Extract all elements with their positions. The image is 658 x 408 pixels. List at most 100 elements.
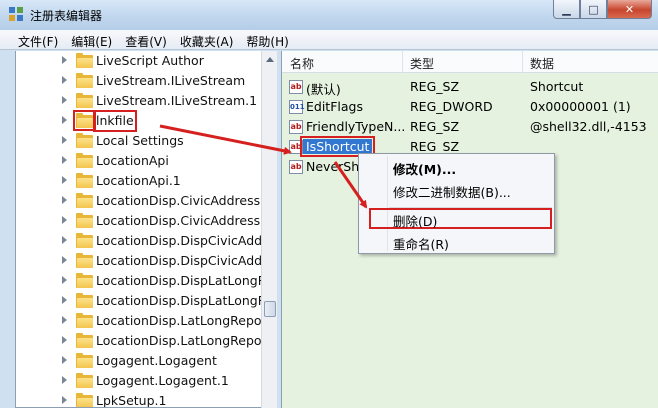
expand-icon[interactable] [62,276,67,284]
folder-icon [76,233,93,248]
expand-icon[interactable] [62,196,67,204]
menu-gutter [387,156,388,251]
tree-item[interactable]: Local Settings [16,131,262,151]
column-header-data[interactable]: 数据 [530,55,554,72]
tree-item[interactable]: LocationApi.1 [16,171,262,191]
menu-help[interactable]: 帮助(H) [240,30,295,49]
tree-item[interactable]: LocationDisp.DispLatLongRe [16,271,274,291]
expand-icon[interactable] [62,336,67,344]
string-value-icon: ab [289,80,303,94]
folder-icon [76,393,93,407]
tree-item[interactable]: LocationDisp.DispCivicAddre [16,231,275,251]
tree-item-label: LiveStream.ILiveStream [96,73,246,88]
tree-item-label: LocationApi.1 [96,173,181,188]
menu-item-modify-binary[interactable]: 修改二进制数据(B)... [393,182,511,201]
folder-icon [76,153,93,168]
expand-icon[interactable] [62,296,67,304]
minimize-button[interactable]: ▁ [553,0,580,19]
scroll-up-icon[interactable] [266,57,274,62]
expand-icon[interactable] [62,236,67,244]
tree-item-label: lnkfile [93,110,137,132]
column-divider[interactable] [522,51,523,73]
tree-item[interactable]: LocationDisp.CivicAddressRe [16,191,275,211]
value-type: REG_DWORD [410,99,493,114]
expand-icon[interactable] [62,96,67,104]
folder-icon [76,353,93,368]
expand-icon[interactable] [62,176,67,184]
column-headers: 名称 类型 数据 [282,51,658,73]
tree-item[interactable]: LiveStream.ILiveStream [16,71,262,91]
string-value-icon: ab [289,120,303,134]
tree-item-label: LiveStream.ILiveStream.1 [96,93,258,108]
tree-item-label: LocationDisp.LatLongReport [96,333,272,348]
expand-icon[interactable] [62,216,67,224]
menu-item-modify[interactable]: 修改(M)... [393,159,456,178]
value-row[interactable]: ab FriendlyTypeN... REG_SZ @shell32.dll,-41… [282,117,658,137]
menu-favorites[interactable]: 收藏夹(A) [174,30,241,49]
tree-item[interactable]: LocationApi [16,151,262,171]
folder-icon [76,73,93,88]
close-button[interactable]: ✕ [607,0,652,19]
maximize-button[interactable]: □ [580,0,607,19]
tree-item-label: LiveScript Author [96,53,204,68]
folder-icon [76,293,93,308]
tree-item-label: LocationDisp.DispLatLongRe [96,293,274,308]
close-icon: ✕ [624,2,635,16]
string-value-icon: ab [289,140,303,154]
tree-item-label: LocationDisp.DispCivicAddre [96,233,275,248]
column-header-type[interactable]: 类型 [410,55,434,72]
value-type: REG_SZ [410,139,460,154]
menu-edit[interactable]: 编辑(E) [65,30,119,49]
tree-item[interactable]: LocationDisp.CivicAddressRe [16,211,275,231]
key-tree[interactable]: LiveScript Author LiveStream.ILiveStream L… [15,51,276,408]
column-divider[interactable] [402,51,403,73]
expand-icon[interactable] [62,156,67,164]
tree-scrollbar[interactable] [261,51,277,408]
expand-icon[interactable] [62,396,67,404]
expand-icon[interactable] [62,256,67,264]
expand-icon[interactable] [62,136,67,144]
expand-icon[interactable] [62,376,67,384]
maximize-icon: □ [588,2,599,16]
tree-item[interactable]: Logagent.Logagent.1 [16,371,262,391]
tree-item-label: Logagent.Logagent [96,353,217,368]
expand-icon[interactable] [62,116,67,124]
folder-icon [73,110,96,131]
menu-bar: 文件(F) 编辑(E) 查看(V) 收藏夹(A) 帮助(H) [0,30,658,50]
tree-item-label: LocationDisp.DispCivicAddre [96,253,275,268]
menu-item-rename[interactable]: 重命名(R) [393,234,449,253]
tree-item-label: LocationDisp.CivicAddressRe [96,213,276,228]
folder-icon [76,313,93,328]
title-bar: 注册表编辑器 ▁ □ ✕ [0,0,658,30]
tree-item-label: LpkSetup.1 [96,393,167,408]
value-row[interactable]: ab (默认) REG_SZ Shortcut [282,77,658,97]
expand-icon[interactable] [62,76,67,84]
folder-icon [76,373,93,388]
folder-icon [76,213,93,228]
expand-icon[interactable] [62,316,67,324]
scrollbar-thumb[interactable] [264,301,276,317]
tree-item[interactable]: LocationDisp.LatLongReport [16,331,272,351]
tree-item[interactable]: LocationDisp.DispCivicAddre [16,251,275,271]
binary-value-icon: 011 [289,100,305,114]
context-menu: 修改(M)... 修改二进制数据(B)... 删除(D) 重命名(R) [358,153,555,254]
menu-item-delete[interactable]: 删除(D) [393,211,437,230]
tree-item[interactable]: LocationDisp.LatLongReport [16,311,272,331]
window-title: 注册表编辑器 [30,9,103,23]
menu-view[interactable]: 查看(V) [119,30,174,49]
value-data: Shortcut [530,79,584,94]
tree-item[interactable]: lnkfile [16,110,262,132]
expand-icon[interactable] [62,56,67,64]
tree-item[interactable]: LiveScript Author [16,51,262,71]
string-value-icon: ab [289,160,303,174]
expand-icon[interactable] [62,356,67,364]
value-row[interactable]: 011 EditFlags REG_DWORD 0x00000001 (1) [282,97,658,117]
tree-item[interactable]: LiveStream.ILiveStream.1 [16,91,262,111]
tree-item[interactable]: Logagent.Logagent [16,351,262,371]
column-header-name[interactable]: 名称 [290,55,314,72]
registry-editor-icon [9,7,23,21]
menu-file[interactable]: 文件(F) [12,30,65,49]
tree-item-label: LocationApi [96,153,169,168]
tree-item[interactable]: LocationDisp.DispLatLongRe [16,291,274,311]
tree-item[interactable]: LpkSetup.1 [16,391,262,408]
